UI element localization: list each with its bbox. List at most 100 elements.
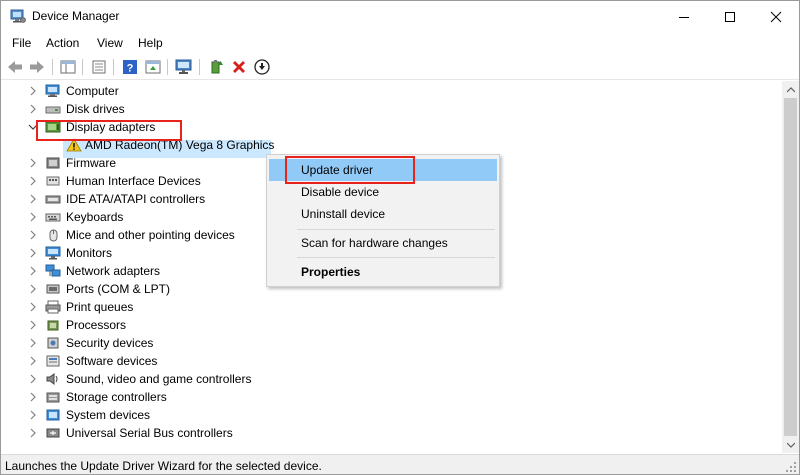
tree-node-label: Security devices: [66, 336, 154, 350]
firmware-icon: [46, 157, 60, 169]
tree-node-label: System devices: [66, 408, 151, 422]
menu-item-label: Properties: [301, 265, 361, 279]
disable-device-button[interactable]: [253, 58, 271, 76]
close-icon: [770, 11, 782, 22]
update-driver-highlight-box: [285, 156, 415, 184]
tree-category-row[interactable]: Storage controllers: [1, 388, 761, 406]
uninstall-device-menu-item[interactable]: Uninstall device: [269, 203, 497, 225]
menu-separator: [297, 257, 495, 258]
properties-button[interactable]: [90, 58, 108, 76]
show-hide-console-tree-button[interactable]: [59, 58, 77, 76]
security-icon: [47, 337, 59, 349]
tree-node-label: Storage controllers: [66, 390, 167, 404]
status-text: Launches the Update Driver Wizard for th…: [5, 459, 322, 473]
speaker-icon: [46, 373, 58, 385]
uninstall-device-button[interactable]: [230, 58, 248, 76]
uninstall-icon: [233, 61, 245, 73]
minimize-icon: [679, 16, 689, 18]
tree-category-row[interactable]: Sound, video and game controllers: [1, 370, 761, 388]
computer-monitor-icon: [175, 59, 192, 74]
maximize-button[interactable]: [707, 1, 753, 32]
vertical-scrollbar[interactable]: [782, 81, 799, 453]
chevron-right-icon[interactable]: [28, 104, 38, 114]
tree-node-label: Processors: [66, 318, 127, 332]
tree-category-row[interactable]: Universal Serial Bus controllers: [1, 424, 761, 442]
monitor-icon: [45, 246, 61, 260]
chevron-right-icon[interactable]: [28, 230, 38, 240]
scroll-up-button[interactable]: [782, 81, 799, 98]
chevron-right-icon[interactable]: [28, 302, 38, 312]
tree-category-row[interactable]: Security devices: [1, 334, 761, 352]
tree-node-label: Sound, video and game controllers: [66, 372, 252, 386]
update-driver-icon: [145, 60, 161, 74]
resize-grip-icon[interactable]: [785, 461, 797, 473]
title-bar[interactable]: Device Manager: [1, 1, 799, 32]
chevron-right-icon[interactable]: [28, 194, 38, 204]
ide-icon: [45, 195, 61, 204]
properties-menu-item[interactable]: Properties: [269, 261, 497, 283]
menu-file[interactable]: File: [12, 36, 31, 50]
scroll-down-icon: [786, 442, 795, 448]
download-icon: [254, 59, 270, 75]
tree-category-row[interactable]: Print queues: [1, 298, 761, 316]
chevron-right-icon[interactable]: [28, 392, 38, 402]
scan-hardware-button[interactable]: [175, 58, 193, 76]
chevron-right-icon[interactable]: [28, 266, 38, 276]
toolbar-separator: [82, 59, 83, 75]
toolbar: ?: [1, 55, 799, 80]
minimize-button[interactable]: [661, 1, 707, 32]
close-button[interactable]: [753, 1, 799, 32]
menu-help[interactable]: Help: [138, 36, 163, 50]
svg-text:?: ?: [127, 63, 134, 75]
enable-device-icon: [211, 60, 223, 74]
chevron-right-icon[interactable]: [28, 428, 38, 438]
menu-item-label: Disable device: [301, 185, 380, 199]
scan-hardware-menu-item[interactable]: Scan for hardware changes: [269, 232, 497, 254]
forward-icon: [30, 61, 44, 73]
chevron-right-icon[interactable]: [28, 338, 38, 348]
system-icon: [46, 409, 60, 421]
status-bar: Launches the Update Driver Wizard for th…: [1, 454, 799, 474]
tree-category-row[interactable]: System devices: [1, 406, 761, 424]
port-icon: [46, 284, 60, 294]
chevron-right-icon[interactable]: [28, 248, 38, 258]
tree-category-row[interactable]: Processors: [1, 316, 761, 334]
disable-device-menu-item[interactable]: Disable device: [269, 181, 497, 203]
menu-view[interactable]: View: [97, 36, 123, 50]
tree-category-row[interactable]: Disk drives: [1, 100, 761, 118]
menu-item-label: Uninstall device: [301, 207, 386, 221]
software-icon: [46, 355, 60, 367]
chevron-right-icon[interactable]: [28, 410, 38, 420]
chevron-right-icon[interactable]: [28, 374, 38, 384]
tree-category-row[interactable]: Software devices: [1, 352, 761, 370]
chevron-right-icon[interactable]: [28, 158, 38, 168]
tree-node-label: Monitors: [66, 246, 113, 260]
help-button[interactable]: ?: [121, 58, 139, 76]
chevron-right-icon[interactable]: [28, 176, 38, 186]
window-title: Device Manager: [32, 9, 120, 23]
tree-category-row[interactable]: Computer: [1, 82, 761, 100]
tree-node-label: Software devices: [66, 354, 158, 368]
menu-action[interactable]: Action: [46, 36, 79, 50]
back-button[interactable]: [6, 58, 24, 76]
chevron-right-icon[interactable]: [28, 212, 38, 222]
chevron-right-icon[interactable]: [28, 284, 38, 294]
mouse-icon: [49, 229, 58, 242]
tree-node-label: Print queues: [66, 300, 134, 314]
tree-node-label: Computer: [66, 84, 119, 98]
scrollbar-thumb[interactable]: [784, 98, 797, 436]
tree-node-label: Universal Serial Bus controllers: [66, 426, 233, 440]
chevron-right-icon[interactable]: [28, 356, 38, 366]
action-pane-button[interactable]: [144, 58, 162, 76]
forward-button[interactable]: [28, 58, 46, 76]
computer-icon: [45, 84, 60, 97]
disk-drive-icon: [45, 106, 61, 114]
menu-item-label: Scan for hardware changes: [301, 236, 448, 250]
enable-device-button[interactable]: [207, 58, 225, 76]
chevron-right-icon[interactable]: [28, 86, 38, 96]
device-manager-window: Device Manager File Action View Help ? C…: [0, 0, 800, 475]
chevron-right-icon[interactable]: [28, 320, 38, 330]
processor-icon: [47, 320, 59, 331]
keyboard-icon: [45, 213, 61, 222]
scroll-down-button[interactable]: [782, 436, 799, 453]
